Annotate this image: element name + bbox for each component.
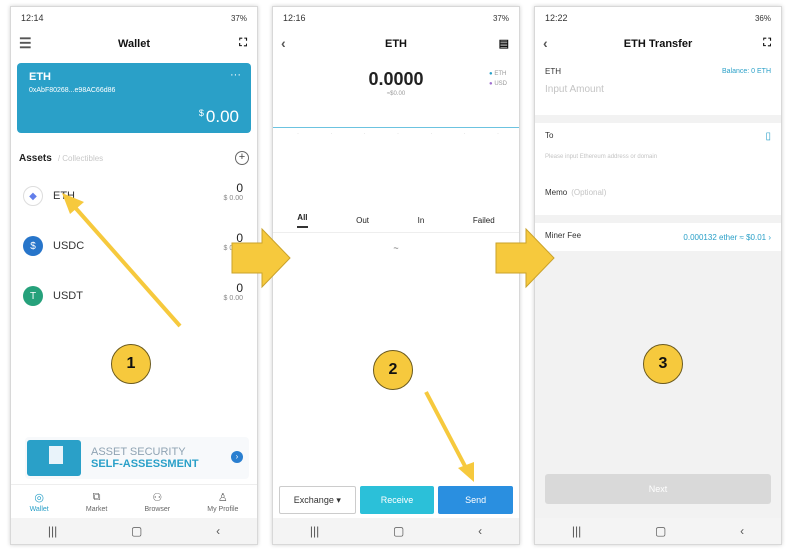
pointer-arrow-to-eth [62, 193, 182, 328]
pointer-arrow-to-send [424, 391, 474, 482]
flow-arrow-2-to-3 [495, 227, 555, 289]
annotation-arrows [62, 193, 555, 482]
flow-arrow-1-to-2 [231, 227, 291, 289]
